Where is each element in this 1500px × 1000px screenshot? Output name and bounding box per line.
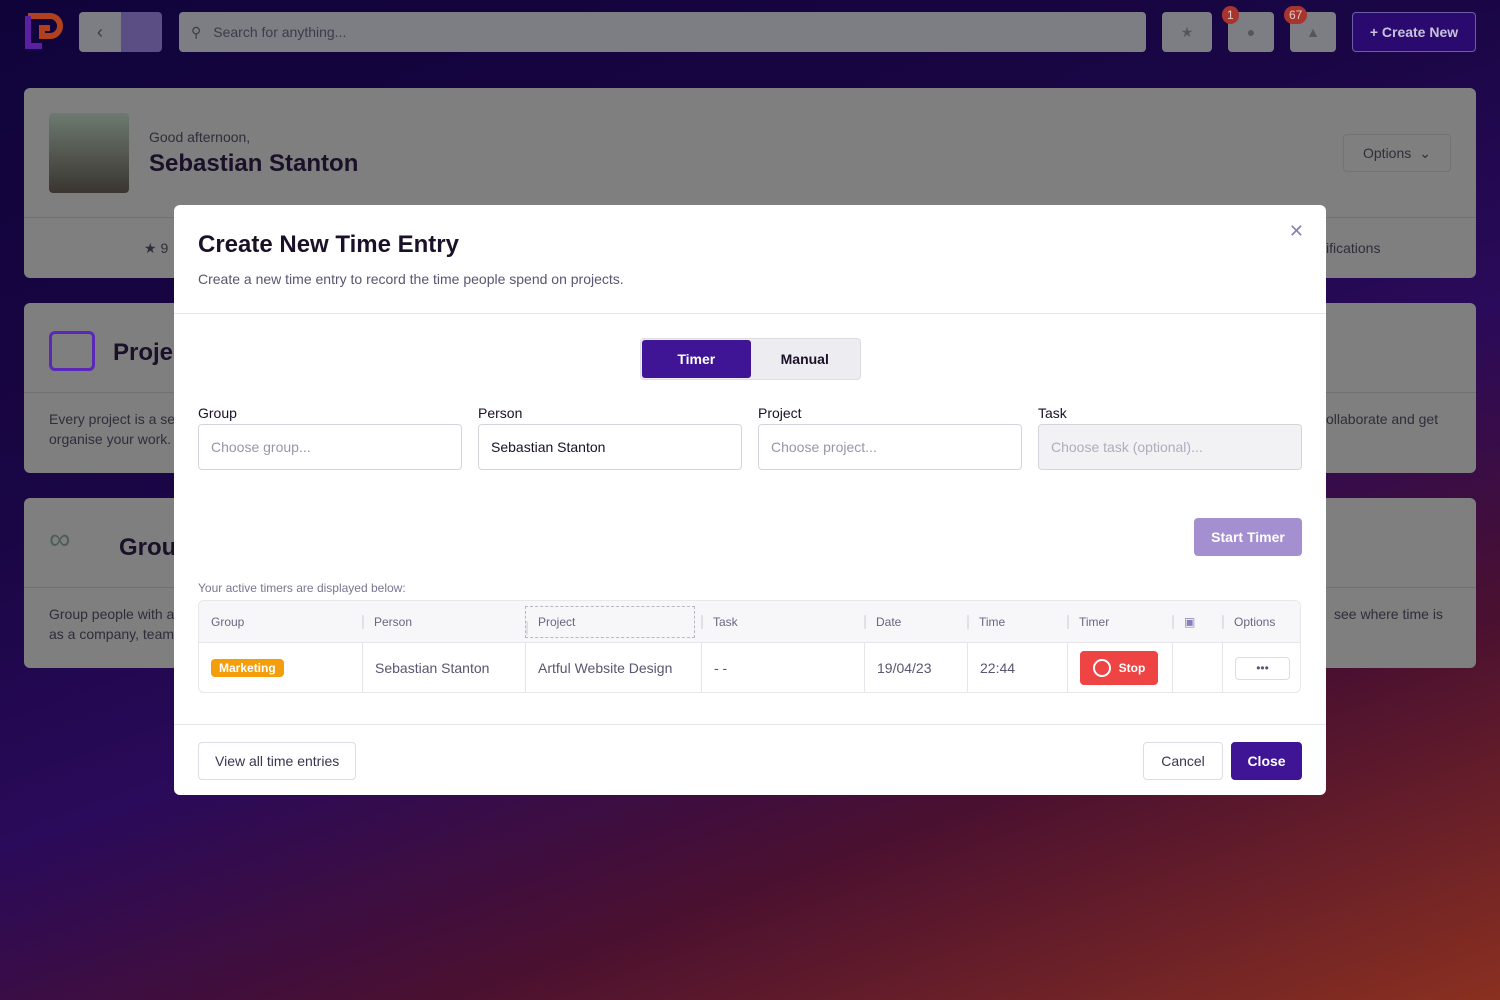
person-select[interactable]: Sebastian Stanton <box>478 424 742 470</box>
back-button[interactable]: ‹ <box>79 12 121 52</box>
groups-icon: ∞ <box>49 523 71 556</box>
column-header[interactable]: Group <box>199 601 244 643</box>
avatar <box>49 113 129 193</box>
stopwatch-icon <box>1092 659 1111 677</box>
mode-toggle: Timer Manual <box>640 338 861 380</box>
view-all-entries-button[interactable]: View all time entries <box>198 742 357 780</box>
create-new-button[interactable]: + Create New <box>1352 12 1476 52</box>
start-timer-button[interactable]: Start Timer <box>1194 518 1302 556</box>
column-header[interactable]: Date <box>864 601 901 643</box>
nav-buttons: ‹ <box>79 12 162 52</box>
column-header[interactable]: Person <box>362 601 412 643</box>
cell-person: Sebastian Stanton <box>362 643 525 692</box>
group-field: Group Choose group... <box>198 405 462 470</box>
inbox-icon <box>49 331 95 371</box>
cell-task: - - <box>701 643 864 692</box>
project-select[interactable]: Choose project... <box>758 424 1022 470</box>
tab-notifications[interactable]: ifications <box>1326 240 1380 256</box>
forward-button[interactable] <box>121 12 162 52</box>
card-desc: see where time is <box>1334 606 1443 622</box>
column-header[interactable]: Options <box>1222 601 1275 643</box>
card-desc: Group people with a <box>49 606 175 622</box>
active-timers-note: Your active timers are displayed below: <box>198 581 406 595</box>
close-icon[interactable]: ✕ <box>1289 221 1304 242</box>
row-options-button[interactable]: ••• <box>1235 656 1290 680</box>
close-button[interactable]: Close <box>1231 742 1302 780</box>
group-tag: Marketing <box>211 659 284 677</box>
column-header[interactable]: Project <box>525 606 695 638</box>
greeting: Good afternoon, <box>149 129 251 145</box>
options-button[interactable]: Options ⌄ <box>1343 134 1451 172</box>
search-icon: ⚲ <box>191 23 202 40</box>
stop-timer-button[interactable]: Stop <box>1080 651 1158 685</box>
activity-badge: 1 <box>1222 6 1239 24</box>
task-field: Task Choose task (optional)... <box>1038 405 1302 470</box>
cell-time: 22:44 <box>967 643 1067 692</box>
fire-icon: ● <box>1246 24 1256 40</box>
person-field: Person Sebastian Stanton <box>478 405 742 470</box>
group-select[interactable]: Choose group... <box>198 424 462 470</box>
card-desc: ollaborate and get <box>1326 411 1439 427</box>
card-title: Grou <box>119 534 177 561</box>
user-name: Sebastian Stanton <box>149 150 359 177</box>
bell-icon: ▲ <box>1306 24 1320 40</box>
cell-project: Artful Website Design <box>525 643 701 692</box>
tab-manual[interactable]: Manual <box>751 340 860 378</box>
notifications-badge: 67 <box>1284 6 1308 24</box>
search-input[interactable]: ⚲ Search for anything... <box>179 12 1146 52</box>
options-label: Options <box>1363 145 1412 161</box>
column-header[interactable]: Task <box>701 601 738 643</box>
card-desc: Every project is a se <box>49 411 176 427</box>
favorites-button[interactable]: ★ <box>1162 12 1212 52</box>
cancel-button[interactable]: Cancel <box>1143 742 1223 780</box>
stop-label: Stop <box>1118 661 1146 675</box>
chevron-down-icon: ⌄ <box>1419 144 1431 161</box>
column-settings-icon[interactable]: ▣ <box>1172 601 1195 643</box>
field-label: Project <box>758 405 802 421</box>
time-entry-modal: Create New Time Entry Create a new time … <box>174 205 1326 795</box>
project-field: Project Choose project... <box>758 405 1022 470</box>
active-timers-table: Group Person Project Task Date Time Time… <box>198 600 1301 693</box>
card-desc: organise your work. <box>49 431 172 447</box>
app-logo <box>25 13 63 49</box>
search-placeholder: Search for anything... <box>213 24 347 40</box>
field-label: Task <box>1038 405 1067 421</box>
column-header[interactable]: Time <box>967 601 1005 643</box>
cell-date: 19/04/23 <box>864 643 967 692</box>
field-label: Person <box>478 405 523 421</box>
card-desc: as a company, team <box>49 626 175 642</box>
column-header[interactable]: Timer <box>1067 601 1109 643</box>
modal-subtitle: Create a new time entry to record the ti… <box>198 271 624 287</box>
field-label: Group <box>198 405 237 421</box>
star-icon: ★ <box>1180 23 1194 40</box>
task-select[interactable]: Choose task (optional)... <box>1038 424 1302 470</box>
stat-star: ★ 9 <box>144 240 169 256</box>
tab-timer[interactable]: Timer <box>642 340 751 378</box>
modal-title: Create New Time Entry <box>198 231 459 258</box>
